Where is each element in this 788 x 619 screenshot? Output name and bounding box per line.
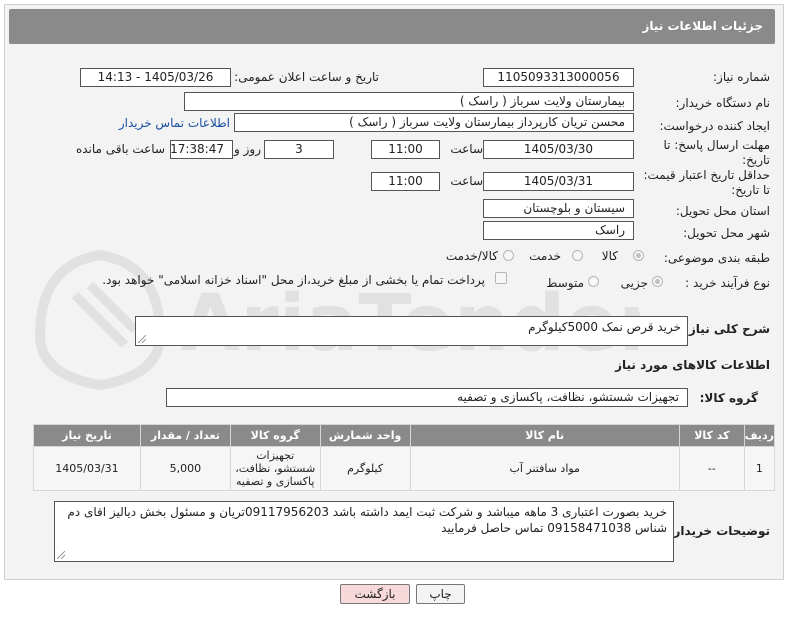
buyer-notes-label: توضیحات خریدار: bbox=[668, 524, 770, 538]
cell-group: تجهیزات شستشو، نظافت، پاکسازی و تصفیه bbox=[229, 446, 321, 491]
province-label: استان محل تحویل: bbox=[675, 204, 770, 218]
treasury-payment-note: پرداخت تمام یا بخشی از مبلغ خرید،از محل … bbox=[102, 273, 485, 287]
col-quantity: تعداد / مقدار bbox=[139, 424, 231, 447]
back-button[interactable]: بازگشت bbox=[340, 584, 410, 604]
buyer-org-label: نام دستگاه خریدار: bbox=[675, 96, 771, 110]
cell-need-date: 1405/03/31 bbox=[33, 446, 141, 491]
radio-goods-service-label: کالا/خدمت bbox=[445, 249, 498, 263]
radio-goods-label: کالا bbox=[601, 249, 618, 263]
days-left-field[interactable]: 3 bbox=[264, 140, 334, 159]
process-type-label: نوع فرآیند خرید : bbox=[685, 276, 770, 290]
treasury-payment-checkbox[interactable] bbox=[495, 272, 507, 284]
city-label: شهر محل تحویل: bbox=[683, 226, 770, 240]
radio-goods[interactable] bbox=[633, 250, 644, 261]
day-and-label: روز و bbox=[234, 142, 261, 156]
cell-unit: کیلوگرم bbox=[319, 446, 411, 491]
announce-datetime-field[interactable]: 1405/03/26 - 14:13 bbox=[80, 68, 231, 87]
cell-quantity: 5,000 bbox=[139, 446, 231, 491]
city-field[interactable]: راسک bbox=[483, 221, 634, 240]
requester-field[interactable]: محسن تریان کارپرداز بیمارستان ولایت سربا… bbox=[234, 113, 634, 132]
buyer-contact-link[interactable]: اطلاعات تماس خریدار bbox=[119, 116, 230, 130]
panel-header: جزئیات اطلاعات نیاز bbox=[9, 9, 775, 44]
price-validity-label: حداقل تاریخ اعتبار قیمت: تا تاریخ: bbox=[643, 168, 770, 197]
need-number-field[interactable]: 1105093313000056 bbox=[483, 68, 634, 87]
resize-grip-icon[interactable] bbox=[138, 335, 146, 343]
table-row[interactable]: 1 -- مواد سافتنر آب کیلوگرم تجهیزات شستش… bbox=[33, 446, 776, 491]
validity-time-field[interactable]: 11:00 bbox=[371, 172, 440, 191]
deadline-date-field[interactable]: 1405/03/30 bbox=[483, 140, 634, 159]
col-unit: واحد شمارش bbox=[319, 424, 411, 447]
buyer-notes-text: خرید بصورت اعتباری 3 ماهه میباشد و شرکت … bbox=[67, 505, 667, 535]
validity-date-field[interactable]: 1405/03/31 bbox=[483, 172, 634, 191]
print-button[interactable]: چاپ bbox=[416, 584, 465, 604]
col-row: ردیف bbox=[743, 424, 776, 447]
resize-grip-icon[interactable] bbox=[57, 551, 65, 559]
goods-group-field[interactable]: تجهیزات شستشو، نظافت، پاکسازی و تصفیه bbox=[166, 388, 688, 407]
buyer-notes-textarea[interactable]: خرید بصورت اعتباری 3 ماهه میباشد و شرکت … bbox=[54, 501, 674, 562]
goods-group-label: گروه کالا: bbox=[699, 391, 758, 405]
need-summary-label: شرح کلی نیاز: bbox=[684, 322, 770, 336]
radio-medium-label: متوسط bbox=[546, 276, 584, 290]
radio-medium[interactable] bbox=[588, 276, 599, 287]
need-number-label: شماره نیاز: bbox=[713, 70, 770, 84]
deadline-label: مهلت ارسال پاسخ: تا تاریخ: bbox=[663, 138, 770, 167]
time-left-field[interactable]: 17:38:47 bbox=[170, 140, 233, 159]
province-field[interactable]: سیستان و بلوچستان bbox=[483, 199, 634, 218]
radio-minor[interactable] bbox=[652, 276, 663, 287]
radio-goods-service[interactable] bbox=[503, 250, 514, 261]
cell-row: 1 bbox=[743, 446, 776, 491]
deadline-hour-label: ساعت bbox=[450, 142, 483, 156]
requester-label: ایجاد کننده درخواست: bbox=[659, 119, 770, 133]
table-header-row: ردیف کد کالا نام کالا واحد شمارش گروه کا… bbox=[33, 424, 776, 447]
col-name: نام کالا bbox=[409, 424, 680, 447]
subject-class-label: طبقه بندی موضوعی: bbox=[663, 251, 770, 265]
validity-hour-label: ساعت bbox=[450, 174, 483, 188]
announce-datetime-label: تاریخ و ساعت اعلان عمومی: bbox=[234, 70, 379, 84]
buyer-org-field[interactable]: بیمارستان ولایت سرباز ( راسک ) bbox=[184, 92, 634, 111]
col-group: گروه کالا bbox=[229, 424, 321, 447]
goods-info-heading: اطلاعات کالاهای مورد نیاز bbox=[615, 358, 770, 372]
cell-name: مواد سافتنر آب bbox=[409, 446, 680, 491]
need-summary-textarea[interactable]: خرید قرص نمک 5000کیلوگرم bbox=[135, 316, 688, 346]
hours-remaining-label: ساعت باقی مانده bbox=[75, 142, 165, 156]
col-need-date: تاریخ نیاز bbox=[33, 424, 141, 447]
col-code: کد کالا bbox=[678, 424, 745, 447]
cell-code: -- bbox=[678, 446, 745, 491]
radio-minor-label: جزیی bbox=[620, 276, 648, 290]
radio-service-label: خدمت bbox=[529, 249, 561, 263]
radio-service[interactable] bbox=[572, 250, 583, 261]
need-details-panel bbox=[4, 4, 784, 580]
need-summary-text: خرید قرص نمک 5000کیلوگرم bbox=[528, 320, 681, 334]
goods-table: ردیف کد کالا نام کالا واحد شمارش گروه کا… bbox=[33, 424, 776, 491]
deadline-time-field[interactable]: 11:00 bbox=[371, 140, 440, 159]
